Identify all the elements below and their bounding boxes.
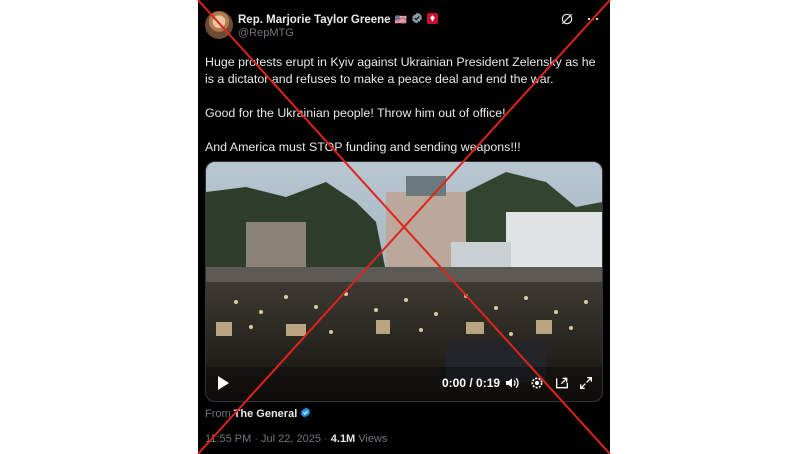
author-handle[interactable]: @RepMTG xyxy=(238,27,294,39)
fullscreen-icon[interactable] xyxy=(578,375,594,391)
author-display-name[interactable]: Rep. Marjorie Taylor Greene xyxy=(238,14,391,26)
video-attribution: From The General xyxy=(205,407,311,421)
video-controls: 0:00 / 0:19 xyxy=(206,367,602,401)
verified-badge-icon xyxy=(411,11,423,29)
us-flag: 🇺🇸 xyxy=(394,14,407,26)
tweet-text: Huge protests erupt in Kyiv against Ukra… xyxy=(205,54,605,173)
views-label: Views xyxy=(355,433,388,445)
video-time: 0:00 / 0:19 xyxy=(442,376,501,390)
tweet-meta: 11:55 PM · Jul 22, 2025 · 4.1M Views xyxy=(205,433,387,445)
from-label: From xyxy=(205,408,231,420)
source-verified-icon xyxy=(300,407,311,421)
avatar[interactable] xyxy=(205,11,233,39)
header-actions xyxy=(560,12,600,31)
tweet-paragraph: Huge protests erupt in Kyiv against Ukra… xyxy=(205,55,596,86)
government-label-icon xyxy=(427,11,438,29)
tweet-card: Rep. Marjorie Taylor Greene 🇺🇸 @RepMTG H… xyxy=(198,0,610,454)
tweet-paragraph: And America must STOP funding and sendin… xyxy=(205,140,521,154)
video-player[interactable]: 0:00 / 0:19 xyxy=(205,161,603,402)
video-frame xyxy=(206,162,602,401)
more-icon[interactable] xyxy=(586,12,600,31)
source-account-link[interactable]: The General xyxy=(234,408,298,420)
timestamp[interactable]: 11:55 PM · Jul 22, 2025 · xyxy=(205,433,331,445)
tweet-paragraph: Good for the Ukrainian people! Throw him… xyxy=(205,106,506,120)
volume-icon[interactable] xyxy=(504,375,520,391)
grok-icon[interactable] xyxy=(560,12,574,31)
pip-icon[interactable] xyxy=(554,375,570,391)
settings-icon[interactable] xyxy=(529,375,545,391)
views-count: 4.1M xyxy=(330,433,356,445)
play-icon[interactable] xyxy=(216,375,230,391)
